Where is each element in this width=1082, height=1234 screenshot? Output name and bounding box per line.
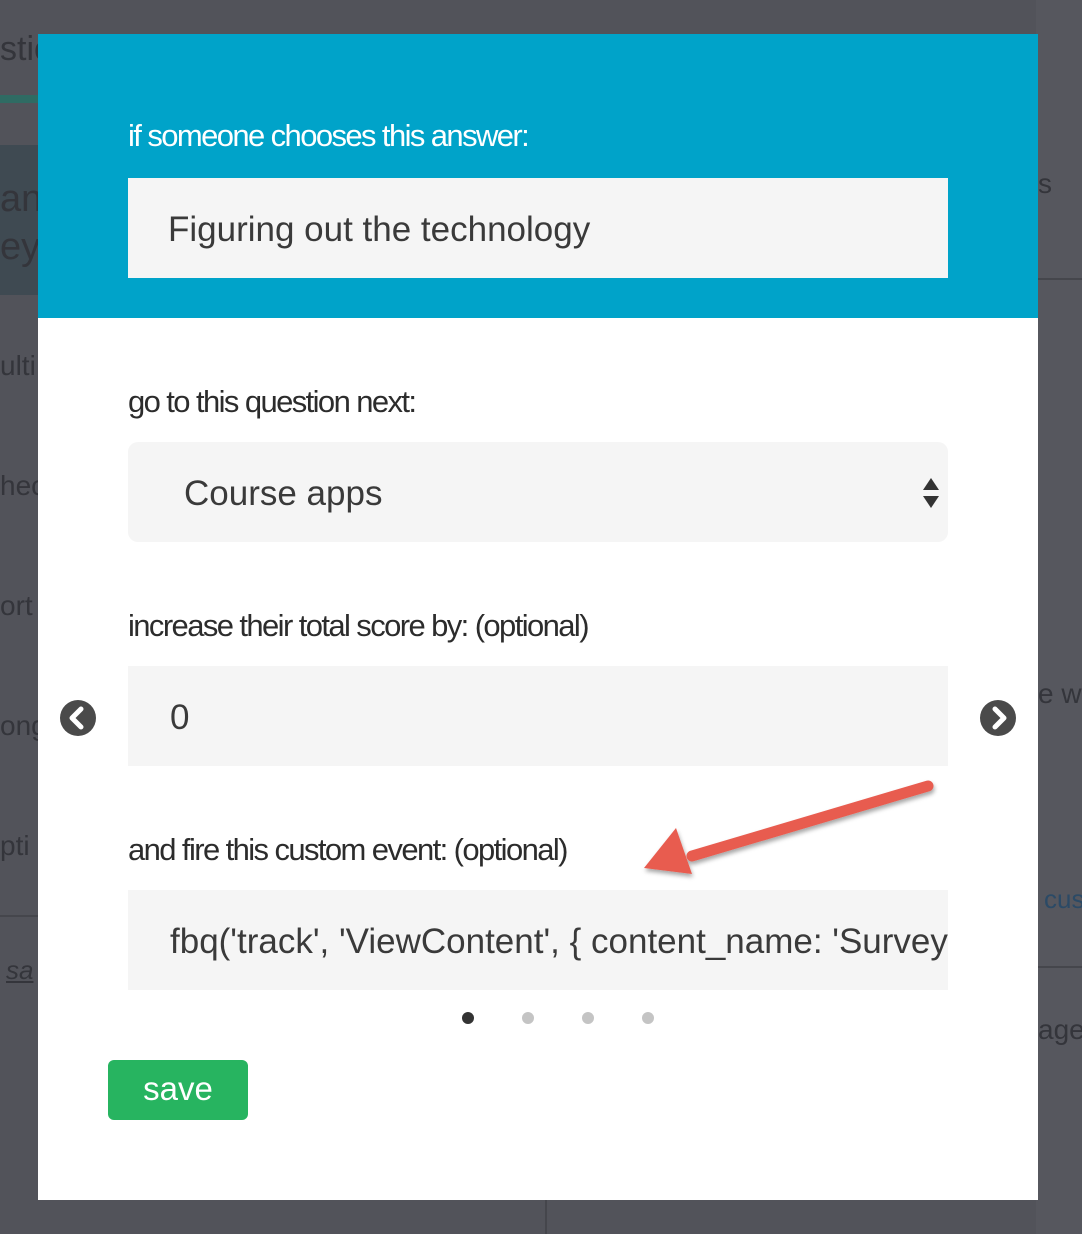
select-updown-icon bbox=[923, 478, 939, 508]
background-divider bbox=[545, 1200, 547, 1234]
next-slide-button[interactable] bbox=[980, 700, 1016, 736]
chevron-right-circle-icon bbox=[992, 706, 1007, 730]
pagination-dot[interactable] bbox=[582, 1012, 594, 1024]
background-link: sa bbox=[6, 955, 34, 985]
chevron-left-circle-icon bbox=[69, 706, 84, 730]
carousel-pagination bbox=[458, 1012, 658, 1024]
background-rule bbox=[1036, 278, 1082, 280]
background-tab-indicator bbox=[0, 95, 40, 103]
answer-field[interactable]: Figuring out the technology bbox=[128, 178, 948, 278]
background-text: cus bbox=[1044, 884, 1082, 914]
next-question-label: go to this question next: bbox=[128, 384, 417, 419]
background-text: pti bbox=[0, 830, 30, 861]
background-text: ulti bbox=[0, 350, 36, 381]
red-arrow-annotation bbox=[644, 780, 934, 874]
pagination-dot[interactable] bbox=[462, 1012, 474, 1024]
score-input[interactable]: 0 bbox=[128, 666, 948, 766]
background-text: s bbox=[1038, 168, 1052, 199]
prev-slide-button[interactable] bbox=[60, 700, 96, 736]
background-text: age bbox=[1038, 1014, 1082, 1045]
score-value: 0 bbox=[170, 698, 190, 737]
background-rule bbox=[0, 915, 40, 917]
answer-label: if someone chooses this answer: bbox=[128, 118, 530, 153]
background-text: an bbox=[0, 178, 43, 220]
custom-event-value: fbq('track', 'ViewContent', { content_na… bbox=[170, 922, 948, 961]
answer-value: Figuring out the technology bbox=[168, 210, 591, 249]
background-rule bbox=[1036, 966, 1082, 968]
background-text: e w bbox=[1038, 678, 1082, 709]
modal-header: if someone chooses this answer: Figuring… bbox=[38, 34, 1038, 318]
answer-logic-modal: if someone chooses this answer: Figuring… bbox=[38, 34, 1038, 1200]
pagination-dot[interactable] bbox=[522, 1012, 534, 1024]
background-text: ort bbox=[0, 590, 33, 621]
next-question-value: Course apps bbox=[184, 474, 383, 513]
background-text: ey bbox=[0, 226, 41, 268]
score-label: increase their total score by: (optional… bbox=[128, 608, 590, 643]
next-question-select[interactable]: Course apps bbox=[128, 442, 948, 542]
save-button[interactable]: save bbox=[108, 1060, 248, 1120]
custom-event-label: and fire this custom event: (optional) bbox=[128, 832, 569, 867]
pagination-dot[interactable] bbox=[642, 1012, 654, 1024]
custom-event-input[interactable]: fbq('track', 'ViewContent', { content_na… bbox=[128, 890, 948, 990]
